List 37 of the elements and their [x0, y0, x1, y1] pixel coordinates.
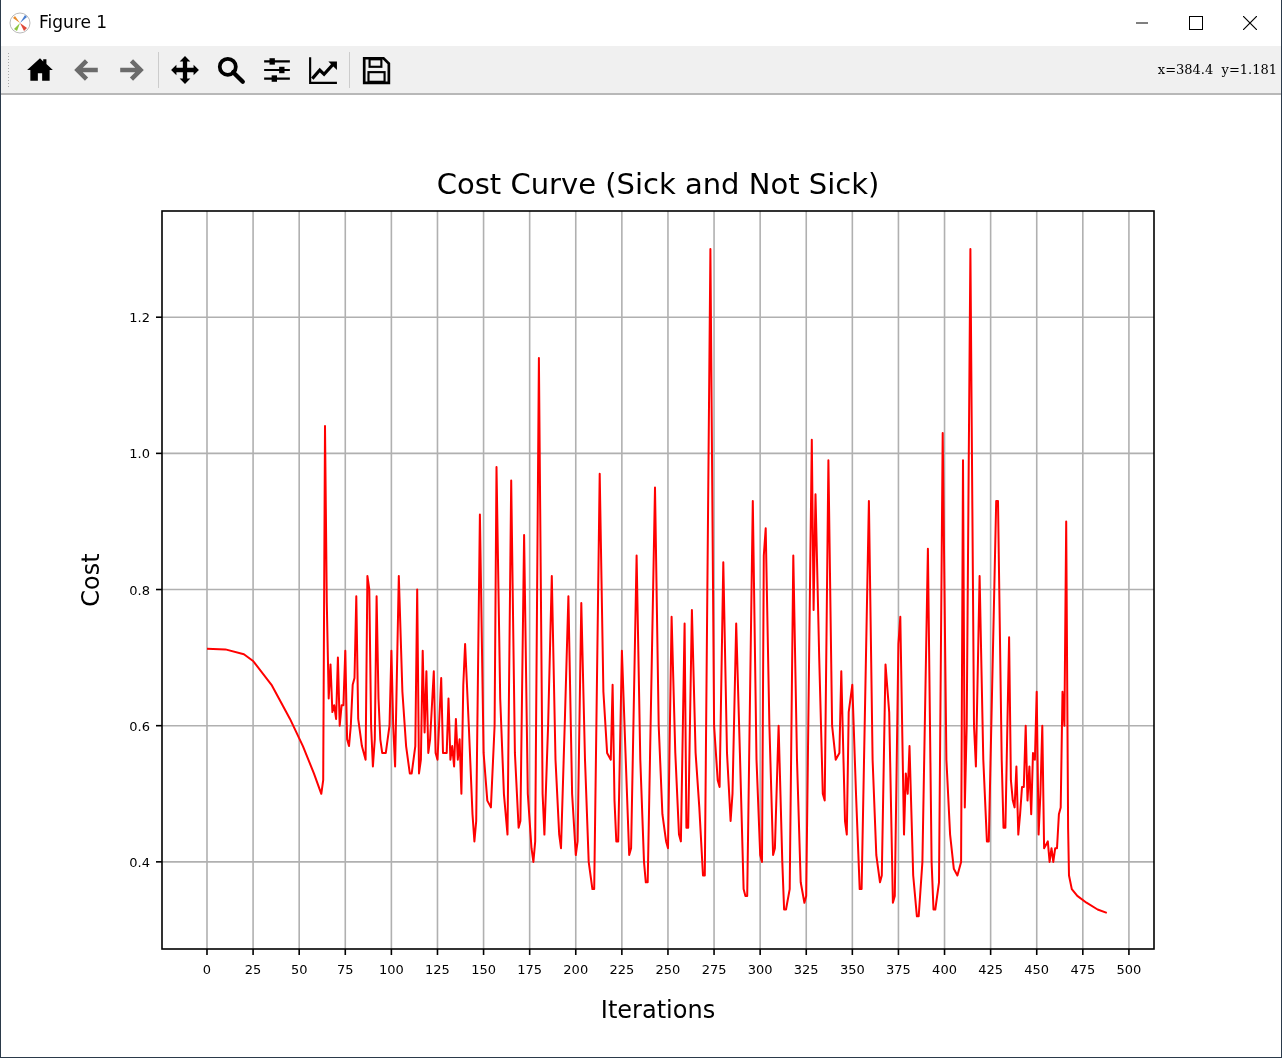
- tick-label: 1.2: [129, 310, 150, 326]
- tick-label: 25: [244, 962, 262, 977]
- maximize-icon: [1189, 16, 1203, 30]
- tick-label: 0: [202, 962, 212, 977]
- tick-label: 0.8: [129, 582, 150, 598]
- line-chart-icon: [308, 54, 338, 85]
- tick-label: 350: [839, 962, 865, 977]
- tick-label: 475: [1070, 962, 1096, 977]
- axis-label: Cost: [77, 553, 105, 607]
- window-title: Figure 1: [39, 11, 108, 35]
- tick-label: 375: [886, 962, 911, 977]
- tick-label: 500: [1116, 962, 1142, 977]
- tick-label: 300: [747, 962, 773, 977]
- tick-label: 450: [1024, 962, 1050, 977]
- app-icon: [9, 12, 31, 34]
- chart-title: Cost Curve (Sick and Not Sick): [436, 167, 880, 201]
- tick-label: 250: [655, 962, 681, 977]
- tick-label: 325: [793, 962, 819, 977]
- tick-label: 75: [337, 962, 354, 977]
- search-icon: [216, 54, 246, 85]
- tick-label: 175: [517, 962, 543, 977]
- tick-label: 425: [978, 962, 1004, 977]
- tick-label: 0.4: [129, 854, 150, 870]
- tick-label: 150: [471, 962, 496, 977]
- tick-label: 225: [609, 962, 635, 977]
- tick-label: 200: [563, 962, 589, 977]
- tick-label: 125: [425, 962, 450, 977]
- tick-label: 0.6: [129, 718, 150, 734]
- cursor-coordinates: x=384.4 y=1.181: [1157, 60, 1278, 79]
- tick-label: 400: [932, 962, 957, 977]
- close-icon: [1243, 16, 1257, 30]
- tick-label: 275: [701, 962, 727, 977]
- axis-label: Iterations: [600, 996, 716, 1024]
- tick-label: 100: [378, 962, 404, 977]
- tick-label: 1.0: [129, 446, 150, 462]
- tick-label: 50: [290, 962, 308, 977]
- move-arrows-icon: [170, 54, 200, 85]
